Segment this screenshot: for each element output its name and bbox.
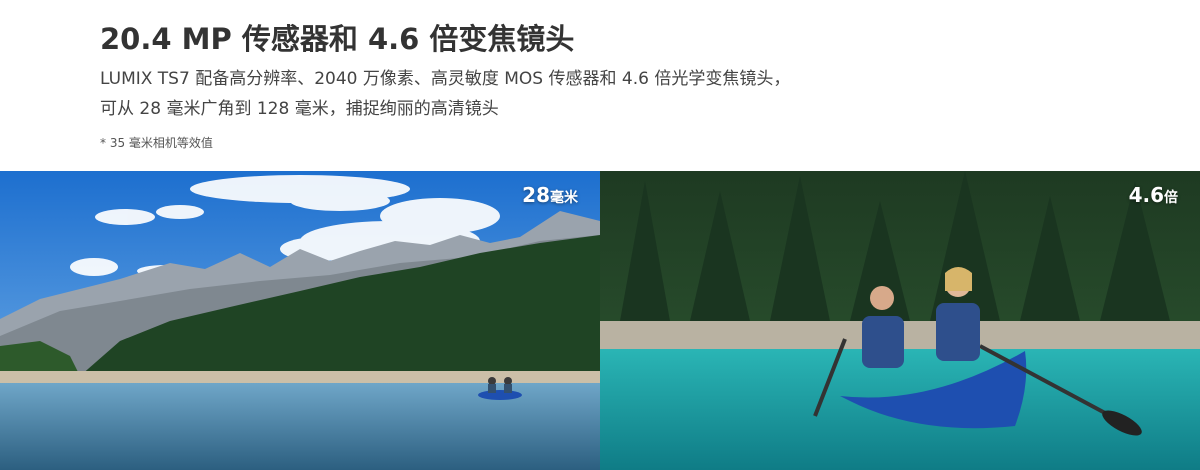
description: LUMIX TS7 配备高分辨率、2040 万像素、高灵敏度 MOS 传感器和 … — [100, 64, 1000, 124]
canoe — [478, 390, 522, 400]
telephoto-photo: 4.6倍 — [600, 171, 1200, 470]
description-line-1: LUMIX TS7 配备高分辨率、2040 万像素、高灵敏度 MOS 传感器和 … — [100, 69, 791, 89]
wide-angle-scene — [0, 171, 600, 470]
wide-angle-photo: 28毫米 — [0, 171, 600, 470]
page-headline: 20.4 MP 传感器和 4.6 倍变焦镜头 — [100, 22, 575, 56]
telephoto-scene — [600, 171, 1200, 470]
footnote: * 35 毫米相机等效值 — [100, 136, 213, 150]
zoom-label-wide: 28毫米 — [522, 183, 578, 207]
description-line-2: 可从 28 毫米广角到 128 毫米，捕捉绚丽的高清镜头 — [100, 99, 499, 119]
zoom-label-tele: 4.6倍 — [1128, 183, 1178, 207]
